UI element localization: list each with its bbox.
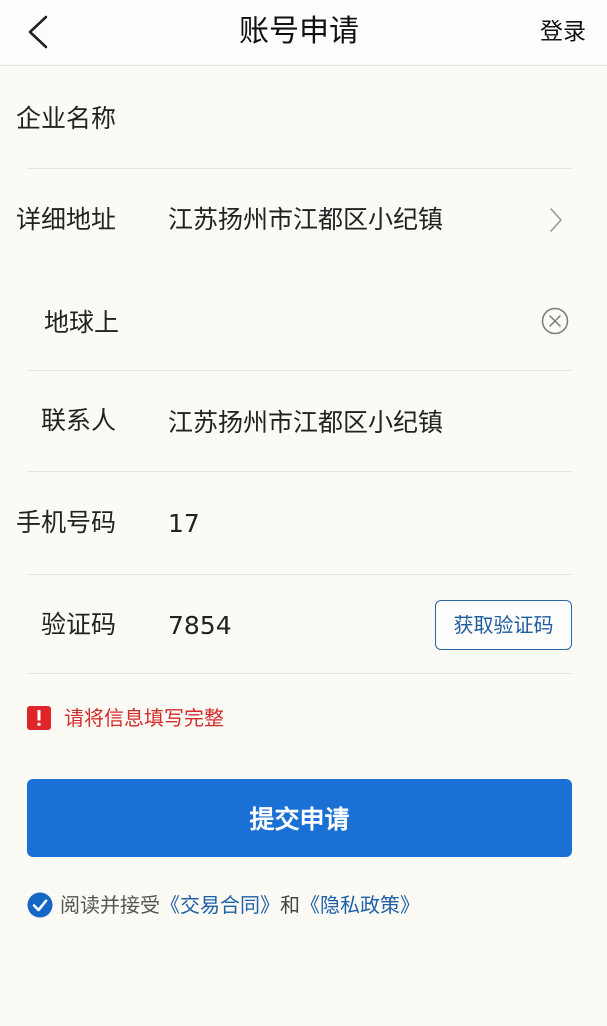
address-region-select[interactable]: 江苏扬州市江都区小纪镇: [168, 190, 443, 250]
privacy-link[interactable]: 《隐私政策》: [300, 893, 420, 917]
phone-label: 手机号码: [15, 508, 116, 537]
divider: [27, 471, 572, 472]
chevron-right-icon[interactable]: [548, 207, 564, 233]
contact-input[interactable]: [168, 391, 572, 451]
agreement-text: 阅读并接受《交易合同》和《隐私政策》: [60, 891, 420, 919]
submit-button[interactable]: 提交申请: [27, 779, 572, 857]
divider: [27, 168, 572, 169]
check-circle-bg: [27, 892, 53, 918]
company-input[interactable]: [168, 89, 572, 149]
address-detail-input[interactable]: [44, 291, 524, 351]
get-code-button[interactable]: 获取验证码: [435, 600, 572, 650]
divider: [27, 673, 572, 674]
phone-row: 手机号码: [0, 493, 607, 553]
code-row: 验证码 获取验证码: [0, 595, 607, 655]
contract-link[interactable]: 《交易合同》: [160, 893, 280, 917]
company-label: 企业名称: [15, 104, 116, 133]
divider: [27, 370, 572, 371]
address-row[interactable]: 详细地址 江苏扬州市江都区小纪镇: [0, 190, 607, 250]
chevron-left-stroke: [28, 15, 48, 49]
chevron-left-icon[interactable]: [24, 14, 54, 50]
page-title: 账号申请: [239, 14, 359, 49]
address-label: 详细地址: [15, 205, 116, 234]
company-row: 企业名称: [0, 89, 607, 149]
code-label: 验证码: [40, 610, 116, 639]
address-detail-row: [0, 291, 607, 351]
chevron-right-stroke: [550, 208, 562, 232]
check-circle-icon[interactable]: [27, 892, 53, 918]
header-bar: 账号申请 登录: [0, 0, 607, 66]
contact-row: 联系人: [0, 391, 607, 451]
code-input[interactable]: [168, 595, 418, 655]
clear-icon[interactable]: [541, 307, 569, 335]
contact-label: 联系人: [40, 406, 116, 435]
login-link[interactable]: 登录: [533, 0, 593, 65]
alert-icon: [27, 706, 51, 730]
error-message: 请将信息填写完整: [64, 706, 224, 730]
agreement-conjunction: 和: [280, 893, 300, 917]
agreement-prefix: 阅读并接受: [60, 893, 160, 917]
divider: [27, 574, 572, 575]
alert-icon-bar: [37, 710, 41, 721]
alert-icon-dot: [37, 722, 41, 726]
phone-input[interactable]: [168, 493, 572, 553]
